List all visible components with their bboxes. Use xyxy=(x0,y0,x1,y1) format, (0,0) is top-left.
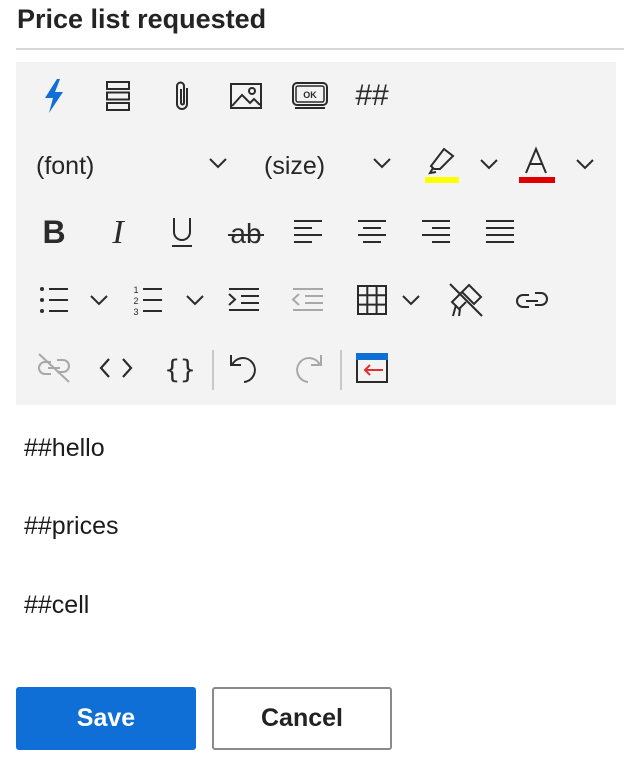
title-divider xyxy=(16,48,624,50)
table-icon[interactable] xyxy=(352,270,392,330)
editor-line-hello: ##hello xyxy=(24,434,105,462)
editor-line-prices: ##prices xyxy=(24,512,119,540)
toolbar-row-5: {} xyxy=(16,338,616,398)
svg-text:3: 3 xyxy=(133,307,138,316)
font-family-value: (font) xyxy=(36,151,95,180)
svg-text:2: 2 xyxy=(133,296,138,306)
indent-icon[interactable] xyxy=(224,270,264,330)
font-size-dropdown[interactable]: (size) xyxy=(264,136,396,196)
lightning-icon[interactable] xyxy=(34,68,74,124)
align-right-icon[interactable] xyxy=(416,202,456,262)
svg-text:B: B xyxy=(42,216,65,248)
font-color-icon[interactable] xyxy=(514,140,558,190)
align-center-icon[interactable] xyxy=(352,202,392,262)
unlink-icon[interactable] xyxy=(32,338,76,398)
svg-text:{}: {} xyxy=(165,355,195,384)
italic-icon[interactable]: I xyxy=(98,202,138,262)
toolbar-row-1: OK ## xyxy=(16,68,616,128)
table-chevron-icon[interactable] xyxy=(398,282,424,318)
font-size-value: (size) xyxy=(264,151,326,180)
toolbar-row-2: (font) (size) xyxy=(16,136,616,196)
svg-text:ab: ab xyxy=(230,218,261,249)
paperclip-icon[interactable] xyxy=(162,68,202,124)
undo-icon[interactable] xyxy=(224,338,264,398)
code-icon[interactable] xyxy=(96,338,136,398)
toolbar-row-3: B I ab xyxy=(16,202,616,262)
ok-button-icon[interactable]: OK xyxy=(286,68,334,124)
sections-icon[interactable] xyxy=(98,68,138,124)
image-icon[interactable] xyxy=(224,68,268,124)
placeholder-button[interactable]: ## xyxy=(348,68,396,124)
strikethrough-icon[interactable]: ab xyxy=(224,202,268,262)
bold-icon[interactable]: B xyxy=(34,202,74,262)
numbered-list-icon[interactable]: 123 xyxy=(128,270,168,330)
toolbar-separator xyxy=(212,350,214,390)
bullet-list-icon[interactable] xyxy=(34,270,74,330)
font-family-dropdown[interactable]: (font) xyxy=(36,136,260,196)
braces-icon[interactable]: {} xyxy=(160,338,200,398)
link-icon[interactable] xyxy=(510,270,554,330)
svg-text:1: 1 xyxy=(133,285,138,295)
chevron-down-icon xyxy=(372,156,392,174)
numbered-list-chevron-icon[interactable] xyxy=(182,282,208,318)
svg-text:I: I xyxy=(111,216,125,248)
underline-icon[interactable] xyxy=(162,202,202,262)
insert-from-left-icon[interactable] xyxy=(352,338,392,398)
chevron-down-icon xyxy=(208,156,228,174)
align-left-icon[interactable] xyxy=(288,202,328,262)
toolbar-row-4: 123 xyxy=(16,270,616,330)
bullet-list-chevron-icon[interactable] xyxy=(86,282,112,318)
page-title: Price list requested xyxy=(17,4,267,34)
outdent-icon[interactable] xyxy=(288,270,328,330)
editor-line-cell: ##cell xyxy=(24,591,90,619)
toolbar-separator xyxy=(340,350,342,390)
svg-text:OK: OK xyxy=(303,90,317,100)
highlight-icon[interactable] xyxy=(418,140,462,190)
redo-icon[interactable] xyxy=(288,338,328,398)
font-color-chevron-icon[interactable] xyxy=(572,144,598,184)
cancel-button[interactable]: Cancel xyxy=(212,687,392,750)
save-button[interactable]: Save xyxy=(16,687,196,750)
justify-icon[interactable] xyxy=(480,202,520,262)
clear-formatting-icon[interactable] xyxy=(444,270,488,330)
rich-text-toolbar: OK ## (font) (size) B I ab 1 2 3 {} xyxy=(16,62,616,405)
highlight-chevron-icon[interactable] xyxy=(476,144,502,184)
